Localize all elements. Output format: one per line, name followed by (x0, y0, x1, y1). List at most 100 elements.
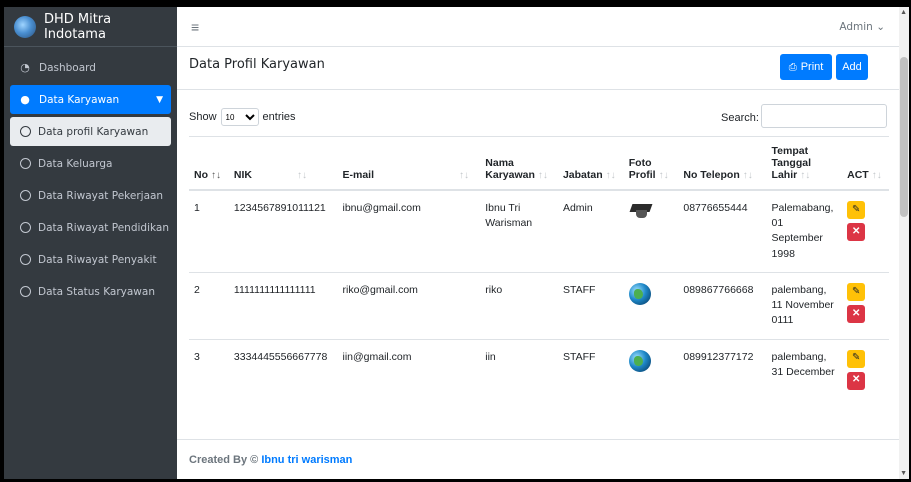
table-row: 2 1111111111111111 riko@gmail.com riko S… (189, 271, 889, 340)
sidebar-item-data-riwayat-penyakit[interactable]: Data Riwayat Penyakit (10, 245, 171, 274)
col-no[interactable]: No ↑↓ (189, 136, 229, 191)
brand[interactable]: DHD Mitra Indotama (4, 7, 177, 47)
sort-icon: ↑↓ (871, 170, 882, 181)
scrollbar-thumb[interactable] (900, 57, 908, 217)
brand-logo (14, 15, 36, 38)
sidebar-item-data-keluarga[interactable]: Data Keluarga (10, 149, 171, 178)
cell-telepon: 08776655444 (678, 189, 767, 273)
delete-icon: ✕ (851, 307, 861, 319)
edit-button[interactable]: ✎ (847, 201, 866, 219)
chevron-down-icon: ⌄ (876, 21, 885, 33)
search-label: Search: (721, 112, 759, 124)
cell-no: 2 (189, 271, 229, 340)
cell-jabatan: STAFF (557, 271, 624, 340)
sort-icon: ↑↓ (459, 170, 469, 181)
delete-button[interactable]: ✕ (847, 371, 866, 390)
edit-icon: ✎ (851, 285, 861, 297)
add-button[interactable]: Add (836, 54, 868, 80)
show-label: Show (189, 111, 217, 123)
sidebar-item-label: Dashboard (39, 61, 96, 74)
col-telepon[interactable]: No Telepon ↑↓ (678, 136, 767, 191)
cell-email: ibnu@gmail.com (337, 189, 481, 273)
header-divider (177, 89, 899, 90)
col-label: No Telepon (683, 169, 740, 181)
entries-select[interactable]: 10 (220, 108, 259, 126)
cell-nama: riko (480, 271, 558, 340)
col-foto[interactable]: Foto Profil ↑↓ (623, 136, 679, 191)
sidebar-item-label: Data Status Karyawan (38, 285, 155, 298)
scroll-up-icon[interactable]: ▲ (900, 9, 907, 16)
sidebar-item-data-riwayat-pekerjaan[interactable]: Data Riwayat Pekerjaan (10, 181, 171, 210)
sidebar-item-data-status-karyawan[interactable]: Data Status Karyawan (10, 277, 171, 306)
edit-button[interactable]: ✎ (847, 282, 866, 301)
cell-nama: iin (480, 338, 558, 400)
table-row: 3 3334445556667778 iin@gmail.com iin STA… (189, 338, 889, 400)
col-label: NIK (233, 169, 252, 181)
edit-button[interactable]: ✎ (847, 349, 866, 368)
scroll-down-icon[interactable]: ▼ (900, 470, 907, 477)
sidebar-nav: ◔ Dashboard ● Data Karyawan ▼ Data profi… (4, 47, 177, 306)
cell-nik: 3334445556667778 (228, 338, 338, 400)
user-menu[interactable]: Admin ⌄ (839, 21, 885, 33)
col-ttl[interactable]: Tempat Tanggal Lahir ↑↓ (766, 136, 843, 191)
circle-icon (20, 254, 31, 265)
sort-icon: ↑↓ (605, 170, 616, 181)
circle-icon (20, 190, 31, 201)
cell-ttl: palembang, 11 November 0111 (766, 271, 843, 340)
karyawan-table: No ↑↓ NIK ↑↓ E-mail ↑↓ Nama Karyawan ↑↓ Jaba… (189, 136, 889, 400)
delete-button[interactable]: ✕ (847, 223, 866, 241)
table-header-row: No ↑↓ NIK ↑↓ E-mail ↑↓ Nama Karyawan ↑↓ Jaba… (189, 136, 889, 191)
main-content: Data Profil Karyawan ⎙ Print Add Show 10… (177, 47, 899, 439)
search-input[interactable] (761, 104, 887, 128)
sort-icon: ↑↓ (742, 170, 753, 181)
user-name: Admin (839, 21, 873, 33)
globe-icon (628, 349, 651, 372)
sidebar-item-data-profil-karyawan[interactable]: Data profil Karyawan (10, 117, 171, 146)
edit-icon: ✎ (851, 203, 861, 215)
cell-no: 1 (189, 189, 229, 273)
cell-act: ✎ ✕ (842, 271, 889, 340)
page-scrollbar[interactable]: ▲ ▼ (899, 7, 909, 479)
delete-button[interactable]: ✕ (847, 304, 866, 323)
print-button[interactable]: ⎙ Print (780, 54, 832, 80)
col-jabatan[interactable]: Jabatan ↑↓ (557, 136, 624, 191)
topbar: ≡ Admin ⌄ (177, 7, 909, 47)
footer-prefix: Created By © (189, 454, 259, 466)
user-icon: ● (20, 93, 30, 106)
col-label: Foto Profil (628, 157, 656, 181)
sidebar-item-dashboard[interactable]: ◔ Dashboard (10, 53, 171, 82)
sidebar-item-data-karyawan[interactable]: ● Data Karyawan ▼ (10, 85, 171, 114)
print-label: Print (800, 61, 824, 73)
cell-jabatan: Admin (557, 189, 624, 273)
chevron-down-icon: ▼ (156, 94, 163, 105)
cell-nik: 1111111111111111 (228, 271, 338, 340)
sidebar-item-data-riwayat-pendidikan[interactable]: Data Riwayat Pendidikan (10, 213, 171, 242)
cell-jabatan: STAFF (557, 338, 624, 400)
col-nik[interactable]: NIK ↑↓ (228, 136, 338, 191)
col-nama[interactable]: Nama Karyawan ↑↓ (480, 136, 558, 191)
cell-no: 3 (189, 338, 229, 400)
entries-label: entries (262, 111, 296, 123)
page-title: Data Profil Karyawan (189, 57, 325, 72)
cell-email: iin@gmail.com (337, 338, 481, 400)
graduation-cap-icon (629, 201, 653, 221)
menu-icon[interactable]: ≡ (191, 19, 199, 35)
col-label: Jabatan (562, 169, 603, 181)
cell-foto (623, 338, 679, 400)
cell-ttl: Palemabang, 01 September 1998 (766, 189, 843, 273)
sidebar-item-label: Data Keluarga (38, 157, 113, 170)
cell-act: ✎ ✕ (842, 338, 889, 400)
cell-nama: Ibnu Tri Warisman (480, 189, 558, 273)
sort-icon: ↑↓ (800, 170, 811, 181)
col-label: Nama Karyawan (485, 157, 535, 181)
circle-icon (20, 158, 31, 169)
cell-act: ✎ ✕ (842, 189, 889, 273)
circle-icon (20, 222, 31, 233)
col-label: E-mail (342, 169, 374, 181)
sidebar-item-label: Data Riwayat Penyakit (38, 253, 157, 266)
delete-icon: ✕ (851, 225, 861, 237)
col-email[interactable]: E-mail ↑↓ (337, 136, 481, 191)
author-link[interactable]: Ibnu tri warisman (261, 454, 352, 466)
col-act[interactable]: ACT ↑↓ (842, 136, 889, 191)
circle-icon (20, 126, 31, 137)
